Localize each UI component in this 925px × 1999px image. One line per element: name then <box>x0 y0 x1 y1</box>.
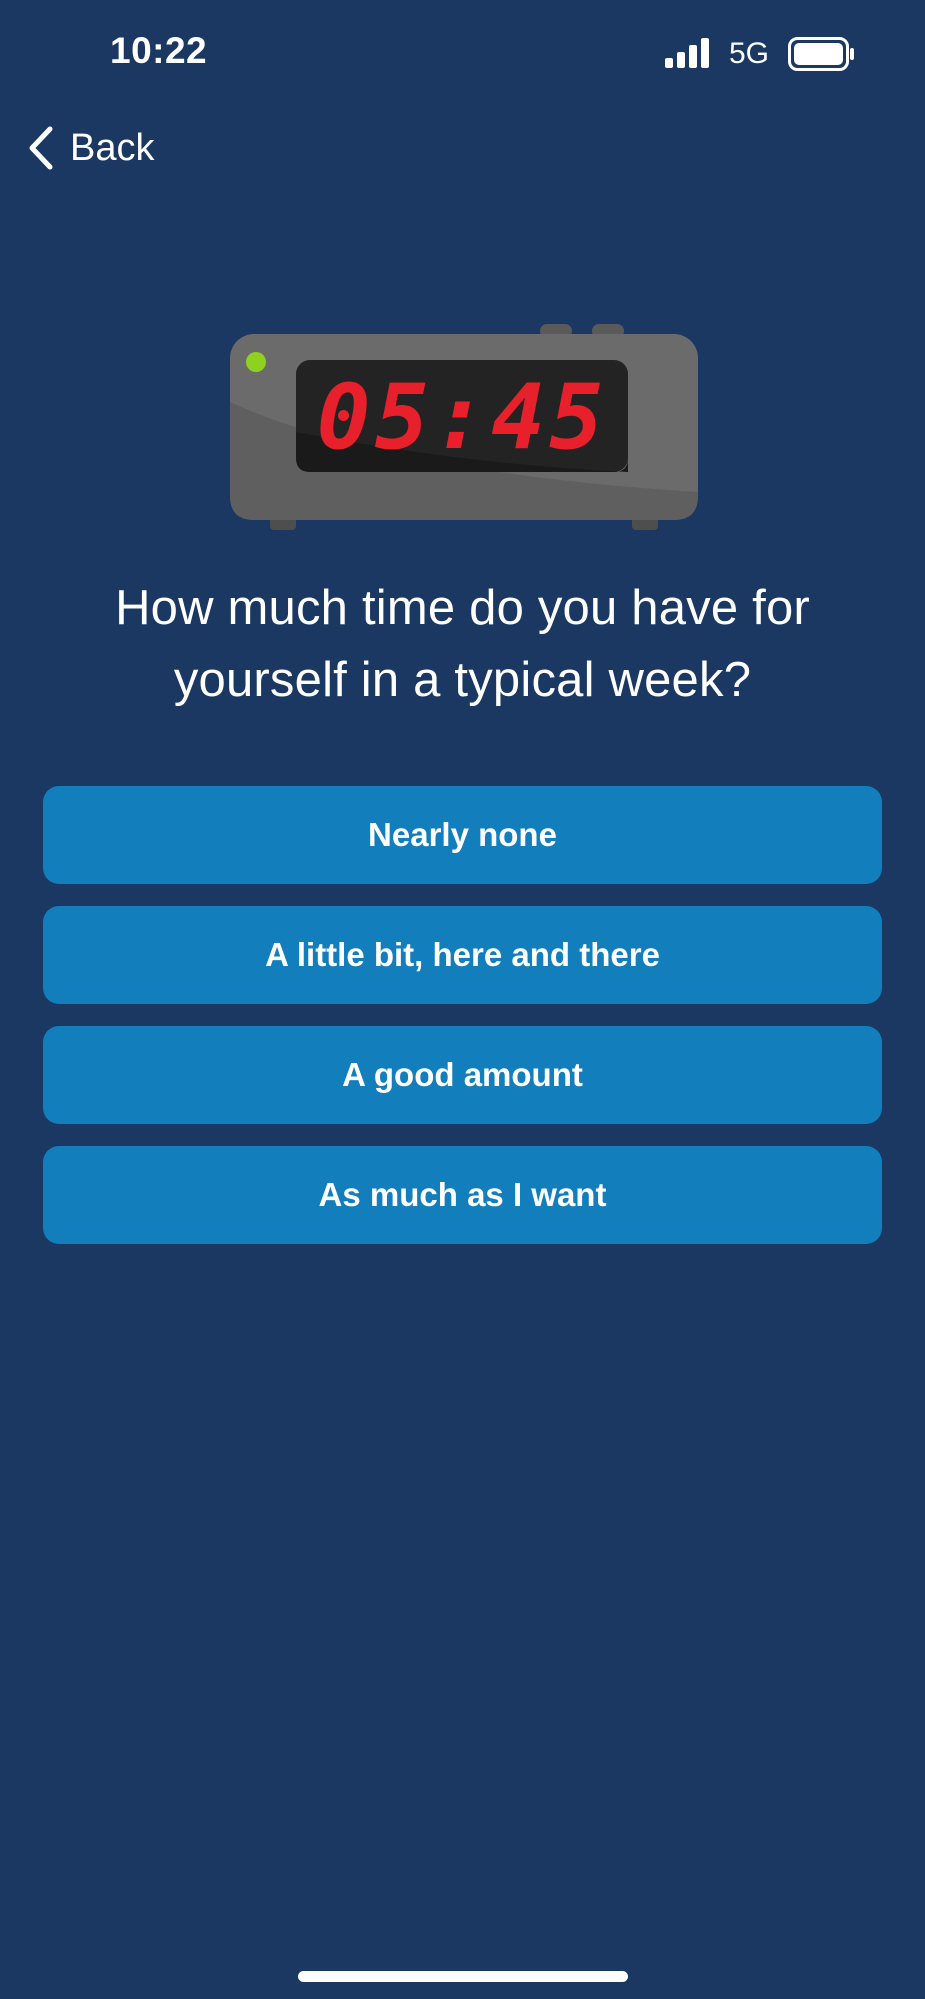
option-nearly-none-button[interactable]: Nearly none <box>43 786 882 884</box>
cellular-signal-icon <box>665 38 709 68</box>
home-indicator[interactable] <box>298 1971 628 1982</box>
option-a-good-amount-button[interactable]: A good amount <box>43 1026 882 1124</box>
clock-display-digits: 05:45 <box>317 365 608 470</box>
option-a-little-bit-button[interactable]: A little bit, here and there <box>43 906 882 1004</box>
question-line-2: yourself in a typical week? <box>173 653 752 707</box>
network-label: 5G <box>729 37 770 70</box>
option-as-much-as-i-want-button[interactable]: As much as I want <box>43 1146 882 1244</box>
battery-icon <box>788 37 854 71</box>
answer-options: Nearly none A little bit, here and there… <box>43 786 882 1266</box>
alarm-clock-illustration: 05:45 <box>230 324 698 530</box>
back-label: Back <box>70 126 155 169</box>
back-button[interactable]: Back <box>24 118 154 178</box>
question-heading: How much time do you have for yourself i… <box>40 572 885 716</box>
status-time: 10:22 <box>110 30 208 71</box>
status-bar: 10:22 5G <box>0 0 925 100</box>
chevron-left-icon <box>29 126 53 170</box>
question-line-1: How much time do you have for <box>115 581 810 635</box>
quiz-screen: 10:22 5G Back 05:45 How much time do you… <box>0 0 925 1999</box>
